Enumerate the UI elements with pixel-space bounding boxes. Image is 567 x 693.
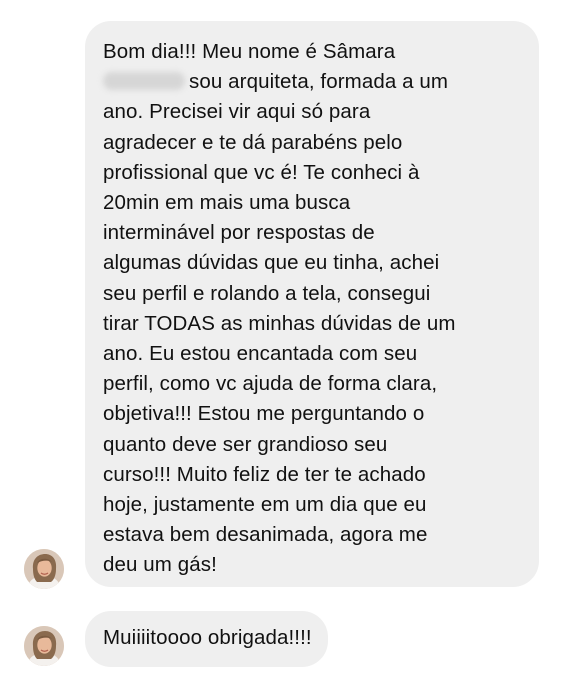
message-line: Bom dia!!! Meu nome é Sâmara xyxy=(103,40,396,63)
message-line: hoje, justamente em um dia que eu xyxy=(103,493,427,517)
message-text: Muiiiitoooo obrigada!!!! xyxy=(103,626,312,649)
message-line: objetiva!!! Estou me perguntando o xyxy=(103,402,425,426)
message-line: ano. Eu estou encantada com seu xyxy=(103,342,418,366)
message-line: perfil, como vc ajuda de forma clara, xyxy=(103,372,438,396)
message-line: curso!!! Muito feliz de ter te achado xyxy=(103,462,426,486)
message-line: seu perfil e rolando a tela, consegui xyxy=(103,281,431,305)
message-row: Muiiiitoooo obrigada!!!! xyxy=(0,600,567,690)
avatar[interactable] xyxy=(24,549,64,589)
message-line: agradecer e te dá parabéns pelo xyxy=(103,130,403,154)
user-photo-icon xyxy=(24,626,64,666)
message-line: sou arquiteta, formada a um xyxy=(103,67,525,97)
message-line: ano. Precisei vir aqui só para xyxy=(103,100,371,124)
message-line: 20min em mais uma busca xyxy=(103,191,351,215)
message-line: algumas dúvidas que eu tinha, achei xyxy=(103,251,440,275)
user-photo-icon xyxy=(24,549,64,589)
message-line-text: sou arquiteta, formada a um xyxy=(189,70,449,94)
message-bubble[interactable]: Bom dia!!! Meu nome é Sâmara sou arquite… xyxy=(85,21,539,587)
message-line: deu um gás! xyxy=(103,553,217,577)
message-line: tirar TODAS as minhas dúvidas de um xyxy=(103,311,456,335)
message-row: Bom dia!!! Meu nome é Sâmara sou arquite… xyxy=(0,0,567,600)
message-line: estava bem desanimada, agora me xyxy=(103,523,428,547)
message-line: quanto deve ser grandioso seu xyxy=(103,432,388,456)
message-bubble[interactable]: Muiiiitoooo obrigada!!!! xyxy=(85,611,328,667)
redacted-name-blur xyxy=(103,72,185,91)
avatar[interactable] xyxy=(24,626,64,666)
message-line: interminável por respostas de xyxy=(103,221,375,245)
message-line: profissional que vc é! Te conheci à xyxy=(103,160,420,184)
